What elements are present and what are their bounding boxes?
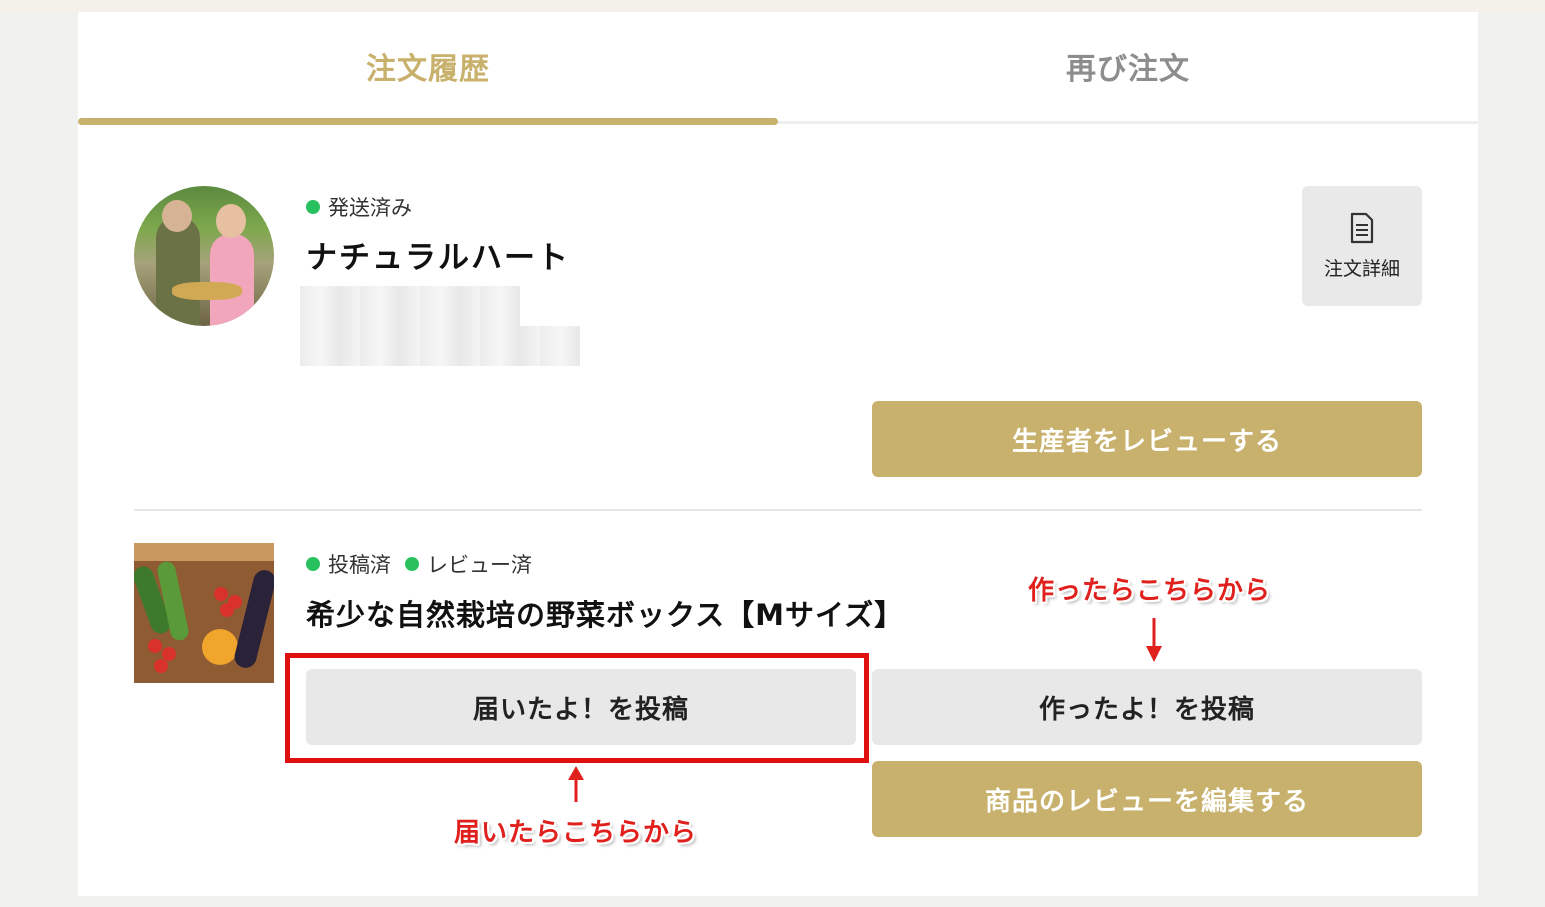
review-producer-button[interactable]: 生産者をレビューする <box>872 401 1422 477</box>
redacted-info-line-1 <box>300 286 520 326</box>
tab-divider <box>778 121 1478 124</box>
order-detail-button[interactable]: 注文詳細 <box>1302 186 1422 306</box>
post-made-button[interactable]: 作ったよ！を投稿 <box>872 669 1422 745</box>
annotation-received-hint: 届いたらこちらから <box>454 818 698 848</box>
product-status: 投稿済 レビュー済 <box>306 549 532 579</box>
top-band <box>0 0 1545 12</box>
status-dot-icon <box>306 557 320 571</box>
shipping-status: 発送済み <box>306 192 412 222</box>
arrow-up-icon <box>568 766 584 802</box>
shipping-status-label: 発送済み <box>328 196 412 220</box>
order-detail-label: 注文詳細 <box>1323 257 1400 280</box>
section-divider <box>134 509 1422 511</box>
tab-order-history[interactable]: 注文履歴 <box>78 12 778 120</box>
product-thumbnail <box>134 543 274 683</box>
producer-name: ナチュラルハート <box>306 240 570 276</box>
status-dot-icon <box>306 200 320 214</box>
posted-status-label: 投稿済 <box>328 553 391 577</box>
active-tab-indicator <box>78 118 778 125</box>
arrow-down-icon <box>1146 618 1162 662</box>
reviewed-status-label: レビュー済 <box>427 553 532 577</box>
product-name: 希少な自然栽培の野菜ボックス【Mサイズ】 <box>306 598 905 632</box>
status-dot-icon <box>405 557 419 571</box>
producer-avatar <box>134 186 274 326</box>
annotation-highlight-box <box>285 653 869 763</box>
edit-product-review-button[interactable]: 商品のレビューを編集する <box>872 761 1422 837</box>
tab-reorder[interactable]: 再び注文 <box>778 12 1478 120</box>
tab-bar: 注文履歴 再び注文 <box>78 12 1478 126</box>
redacted-info-line-2 <box>300 326 580 366</box>
document-icon <box>1350 212 1374 243</box>
annotation-made-hint: 作ったらこちらから <box>1028 576 1272 606</box>
order-history-card: 注文履歴 再び注文 発送済み ナチュラルハート 注文詳細 生産者をレビューする <box>78 12 1478 896</box>
